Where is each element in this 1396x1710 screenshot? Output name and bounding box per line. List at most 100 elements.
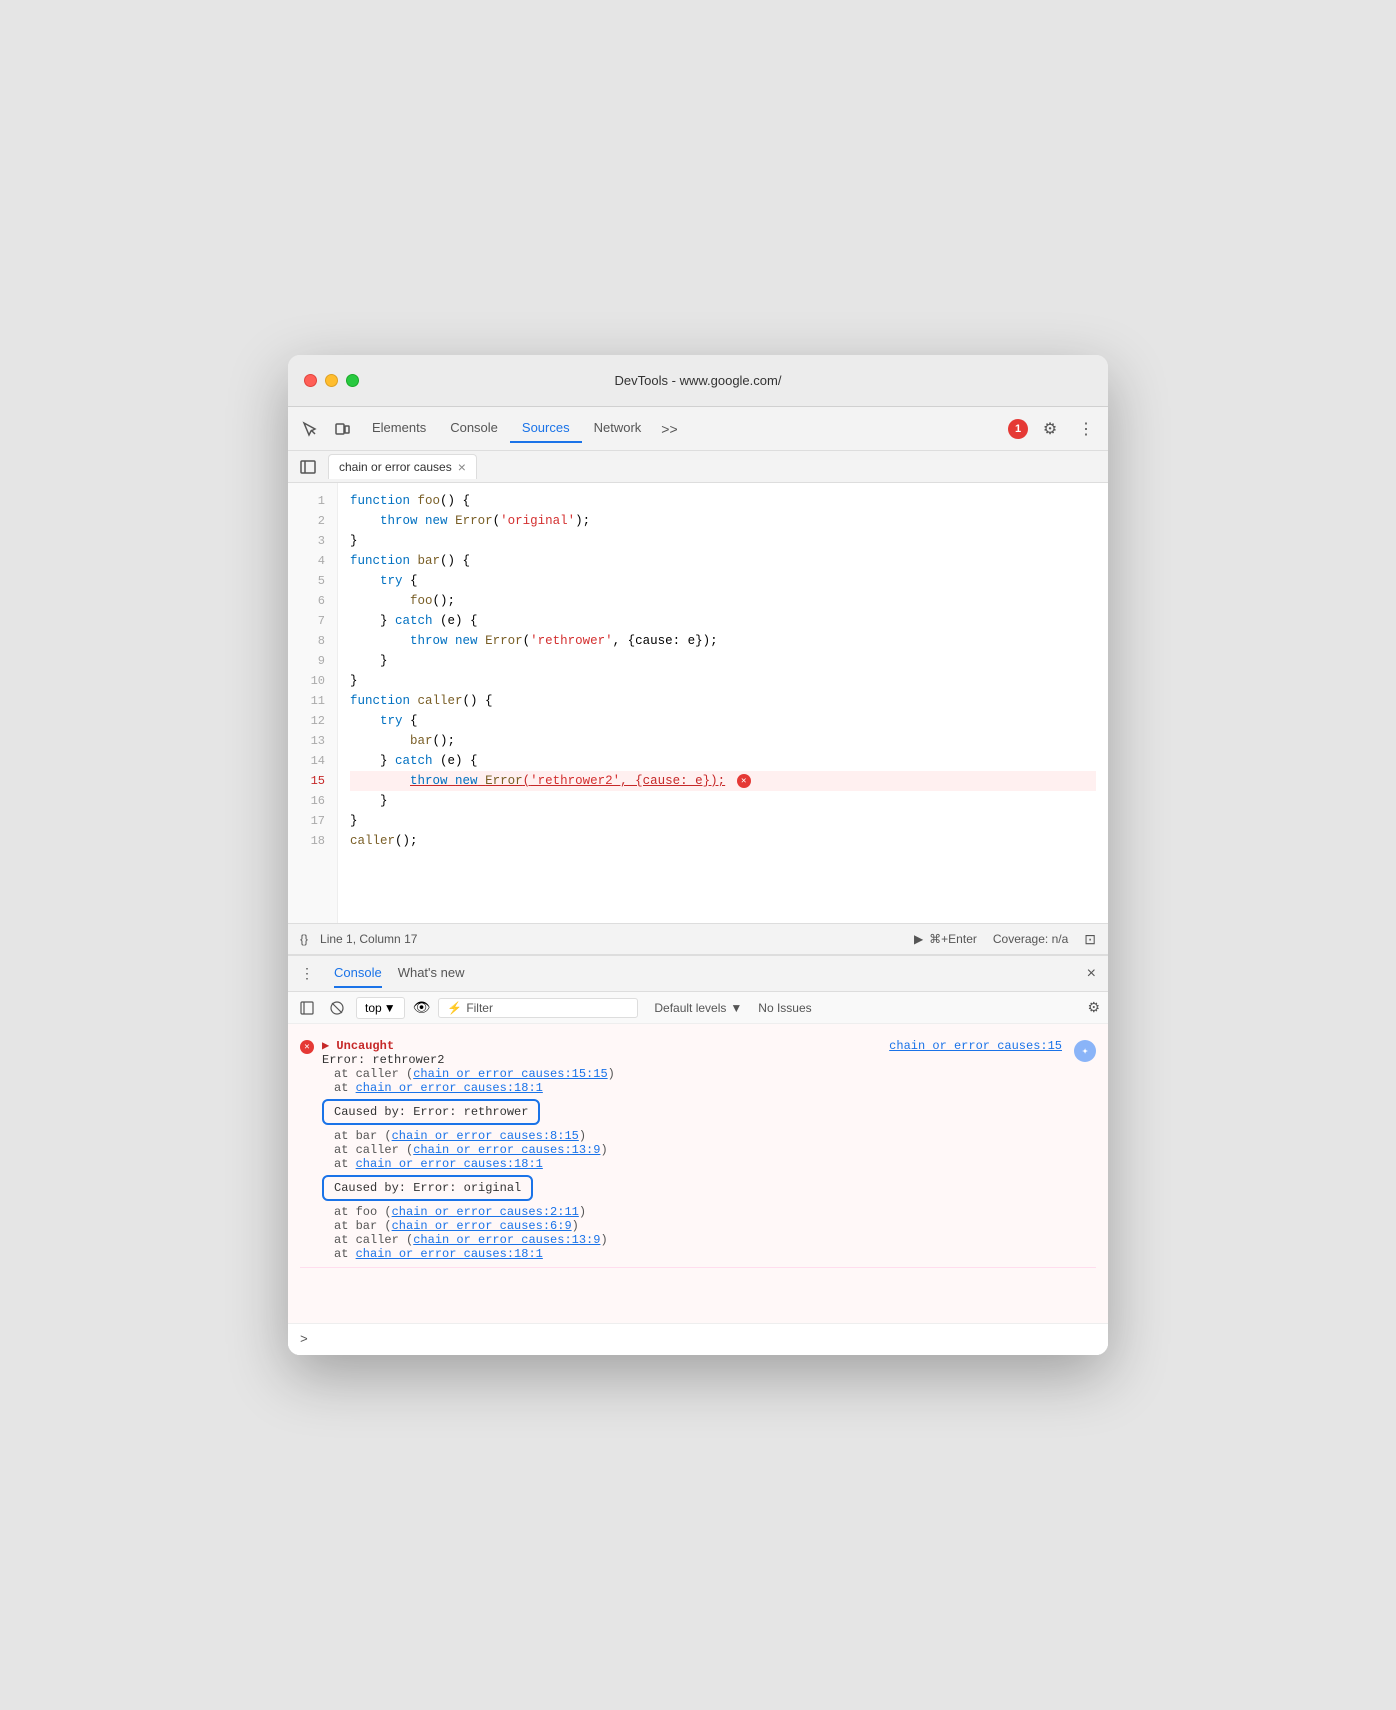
error-source-link[interactable]: chain or error causes:15: [889, 1039, 1062, 1053]
error-marker-icon: ✕: [737, 774, 751, 788]
caused1-link-caller-13[interactable]: chain or error causes:13:9: [413, 1143, 600, 1157]
tab-console[interactable]: Console: [438, 414, 510, 443]
log-levels-selector[interactable]: Default levels ▼: [654, 1001, 742, 1015]
caused2-link-caller-13[interactable]: chain or error causes:13:9: [413, 1233, 600, 1247]
code-line-16: }: [350, 791, 1096, 811]
code-line-2: throw new Error('original');: [350, 511, 1096, 531]
console-filter-input[interactable]: ⚡ Filter: [438, 998, 638, 1018]
context-selector[interactable]: top ▼: [356, 997, 405, 1019]
close-button[interactable]: [304, 374, 317, 387]
code-line-13: bar();: [350, 731, 1096, 751]
maximize-button[interactable]: [346, 374, 359, 387]
line-num-15: 15: [288, 771, 337, 791]
devtools-container: Elements Console Sources Network >> 1 ⚙ …: [288, 407, 1108, 1355]
tab-whats-new[interactable]: What's new: [398, 959, 465, 988]
console-error-entry: ✕ ▶ Uncaught chain or error causes:15 Er…: [300, 1032, 1096, 1268]
file-tab-label: chain or error causes: [339, 460, 452, 474]
stack-line-2: at chain or error causes:18:1: [322, 1081, 1062, 1095]
console-input-field[interactable]: [316, 1332, 1096, 1347]
coverage-icon: ⊡: [1084, 931, 1096, 948]
dropdown-arrow-icon: ▼: [384, 1001, 396, 1015]
console-close-button[interactable]: ×: [1087, 965, 1096, 983]
code-line-14: } catch (e) {: [350, 751, 1096, 771]
uncaught-label: ▶ Uncaught: [322, 1038, 394, 1053]
error-header: ▶ Uncaught chain or error causes:15: [322, 1038, 1062, 1053]
more-tabs-button[interactable]: >>: [653, 417, 685, 441]
coverage-label: Coverage: n/a: [993, 932, 1068, 946]
window-title: DevTools - www.google.com/: [615, 373, 782, 388]
code-editor: 1 2 3 4 5 6 7 8 9 10 11 12 13 14 15 16 1: [288, 483, 1108, 923]
traffic-lights: [304, 374, 359, 387]
console-sidebar-button[interactable]: [296, 997, 318, 1019]
more-options-button[interactable]: ⋮: [1072, 415, 1100, 443]
tab-sources[interactable]: Sources: [510, 414, 582, 443]
code-line-9: }: [350, 651, 1096, 671]
caused1-link-bar-8[interactable]: chain or error causes:8:15: [392, 1129, 579, 1143]
play-icon: ▶: [914, 932, 923, 946]
console-toolbar: top ▼ 👁 ⚡ Filter Default levels ▼ No Iss…: [288, 992, 1108, 1024]
device-toolbar-button[interactable]: [328, 415, 356, 443]
tab-console-main[interactable]: Console: [334, 959, 382, 988]
run-button[interactable]: ▶ ⌘+Enter: [914, 932, 977, 946]
line-num-18: 18: [288, 831, 337, 851]
console-prompt: >: [300, 1332, 308, 1347]
inspect-element-button[interactable]: [296, 415, 324, 443]
caused2-link-bar-6[interactable]: chain or error causes:6:9: [392, 1219, 572, 1233]
line-num-5: 5: [288, 571, 337, 591]
ai-assist-button[interactable]: ✦: [1074, 1040, 1096, 1062]
error-message-rethrower2: Error: rethrower2: [322, 1053, 1062, 1067]
code-line-3: }: [350, 531, 1096, 551]
tab-elements[interactable]: Elements: [360, 414, 438, 443]
code-line-10: }: [350, 671, 1096, 691]
caused1-link-18-1[interactable]: chain or error causes:18:1: [356, 1157, 543, 1171]
stack-line-1: at caller (chain or error causes:15:15): [322, 1067, 1062, 1081]
clear-icon: [330, 1001, 344, 1015]
caused1-stack-line-3: at chain or error causes:18:1: [322, 1157, 1062, 1171]
code-line-4: function bar() {: [350, 551, 1096, 571]
tab-network[interactable]: Network: [582, 414, 654, 443]
console-clear-button[interactable]: [326, 997, 348, 1019]
caused-by-original-label: Caused by: Error: original: [322, 1175, 533, 1201]
caused2-link-18-1[interactable]: chain or error causes:18:1: [356, 1247, 543, 1261]
minimize-button[interactable]: [325, 374, 338, 387]
format-button[interactable]: {}: [300, 932, 308, 946]
code-content: function foo() { throw new Error('origin…: [338, 483, 1108, 923]
console-settings-button[interactable]: ⚙: [1087, 999, 1100, 1016]
file-tab-chain-or-error-causes[interactable]: chain or error causes ×: [328, 454, 477, 479]
status-bar: {} Line 1, Column 17 ▶ ⌘+Enter Coverage:…: [288, 923, 1108, 955]
line-num-16: 16: [288, 791, 337, 811]
console-tabs-bar: ⋮ Console What's new ×: [288, 956, 1108, 992]
run-shortcut-label: ⌘+Enter: [929, 932, 977, 946]
line-num-12: 12: [288, 711, 337, 731]
caused2-stack-line-2: at bar (chain or error causes:6:9): [322, 1219, 1062, 1233]
console-panel: ⋮ Console What's new ×: [288, 955, 1108, 1355]
console-menu-button[interactable]: ⋮: [300, 965, 314, 982]
stack-link-caller-15[interactable]: chain or error causes:15:15: [413, 1067, 607, 1081]
caused1-stack-line-2: at caller (chain or error causes:13:9): [322, 1143, 1062, 1157]
code-area: 1 2 3 4 5 6 7 8 9 10 11 12 13 14 15 16 1: [288, 483, 1108, 923]
line-num-6: 6: [288, 591, 337, 611]
levels-arrow-icon: ▼: [730, 1001, 742, 1015]
no-issues-label: No Issues: [758, 1001, 811, 1015]
code-line-1: function foo() {: [350, 491, 1096, 511]
caused-by-2-box: Caused by: Error: original: [322, 1171, 1062, 1205]
sidebar-toggle-button[interactable]: [296, 455, 320, 479]
filter-icon: ⚡: [447, 1001, 462, 1015]
error-entry-body: ▶ Uncaught chain or error causes:15 Erro…: [322, 1038, 1062, 1261]
caused2-stack-line-1: at foo (chain or error causes:2:11): [322, 1205, 1062, 1219]
title-bar: DevTools - www.google.com/: [288, 355, 1108, 407]
stack-link-18-1[interactable]: chain or error causes:18:1: [356, 1081, 543, 1095]
settings-button[interactable]: ⚙: [1036, 415, 1064, 443]
code-line-12: try {: [350, 711, 1096, 731]
live-expressions-button[interactable]: 👁: [413, 999, 431, 1016]
file-tab-bar: chain or error causes ×: [288, 451, 1108, 483]
caused2-link-foo-2[interactable]: chain or error causes:2:11: [392, 1205, 579, 1219]
line-num-17: 17: [288, 811, 337, 831]
console-input-row: >: [288, 1323, 1108, 1355]
code-line-8: throw new Error('rethrower', {cause: e})…: [350, 631, 1096, 651]
line-num-1: 1: [288, 491, 337, 511]
levels-label: Default levels: [654, 1001, 726, 1015]
caused2-stack-line-3: at caller (chain or error causes:13:9): [322, 1233, 1062, 1247]
file-tab-close[interactable]: ×: [458, 459, 466, 475]
console-output: ✕ ▶ Uncaught chain or error causes:15 Er…: [288, 1024, 1108, 1323]
